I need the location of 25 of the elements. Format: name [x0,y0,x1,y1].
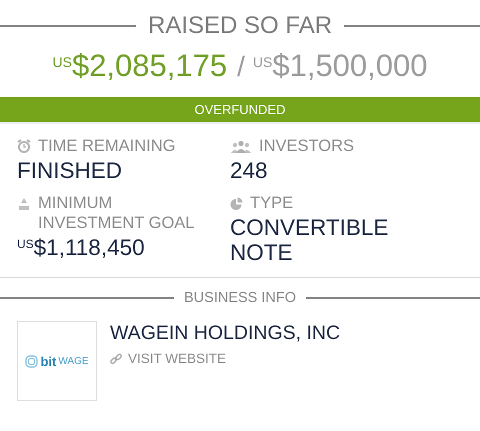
alarm-clock-icon [17,139,31,153]
company-logo: bitWAGE [17,321,97,401]
section-heading: BUSINESS INFO [184,290,296,306]
stat-value: CONVERTIBLE NOTE [230,215,390,265]
stat-label: MINIMUM INVESTMENT GOAL [38,193,196,233]
currency-label: US [52,54,72,70]
stat-label: TYPE [250,193,294,213]
section-heading: RAISED SO FAR [148,12,332,40]
raised-amount: $2,085,175 [72,48,228,84]
pie-chart-icon [230,196,243,210]
people-icon [230,140,252,152]
stat-value: FINISHED [17,158,122,183]
visit-website-link[interactable]: VISIT WEBSITE [128,351,226,366]
currency-label: US [17,237,34,251]
currency-label: US [252,54,272,70]
minimum-icon [17,197,31,211]
stat-value: 248 [230,158,268,183]
company-name: WAGEIN HOLDINGS, INC [110,322,340,345]
goal-amount: $1,500,000 [272,48,428,84]
link-icon [110,352,122,364]
separator-slash: / [237,51,245,83]
status-banner: OVERFUNDED [0,97,480,124]
stat-label: TIME REMAINING [38,136,176,156]
stat-label: INVESTORS [259,136,354,156]
stat-value: $1,118,450 [34,235,145,260]
